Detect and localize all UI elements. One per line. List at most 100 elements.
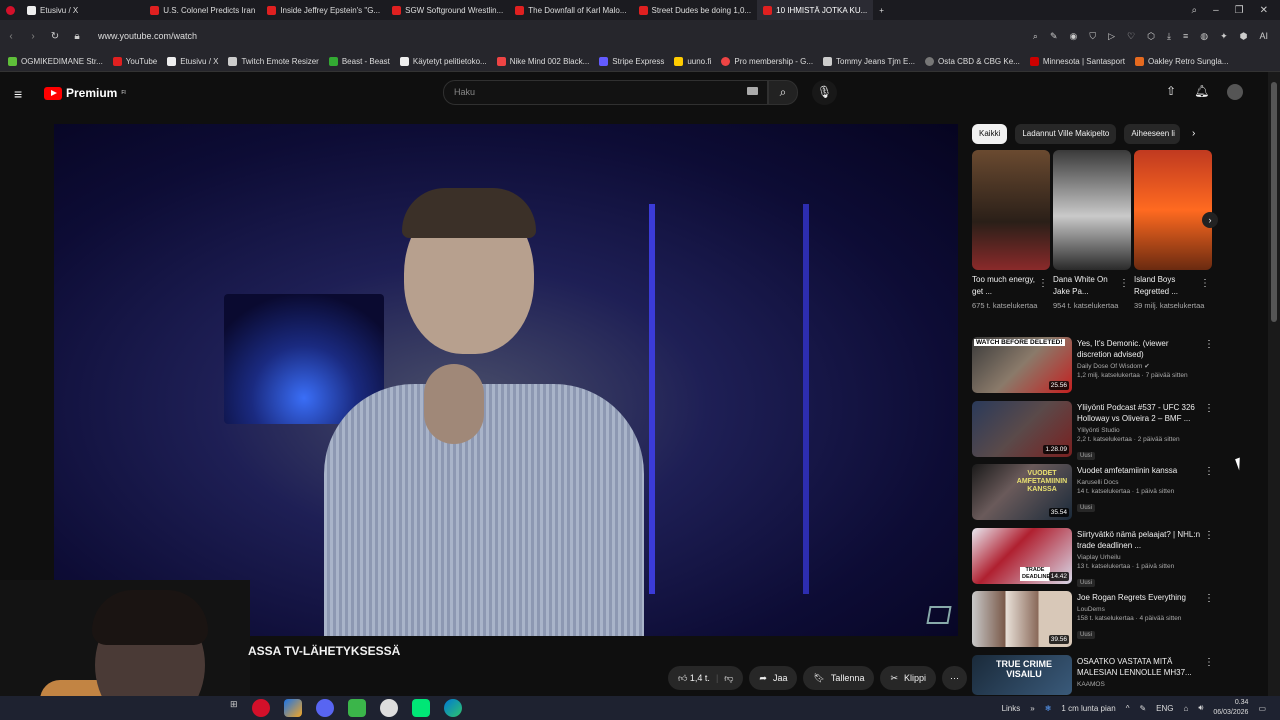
page-scrollbar[interactable] <box>1268 72 1280 700</box>
more-vertical-icon[interactable]: ⋮ <box>1204 403 1214 414</box>
hamburger-menu-icon[interactable]: ≡ <box>14 86 30 102</box>
more-vertical-icon[interactable]: ⋮ <box>1038 278 1048 289</box>
like-button[interactable]: 👍︎ 1,4 t. <box>678 673 710 684</box>
avatar[interactable] <box>1227 84 1244 100</box>
profile-icon[interactable]: ◍ <box>1200 31 1208 42</box>
more-actions-button[interactable]: ⋯ <box>942 666 968 690</box>
bookmark-item[interactable]: Minnesota | Santasport <box>1029 57 1125 66</box>
back-icon[interactable]: ‹ <box>0 31 22 42</box>
heart-icon[interactable]: ♡ <box>1127 31 1135 42</box>
task-view-icon[interactable]: ⊞ <box>230 699 238 717</box>
short-thumbnail[interactable] <box>972 150 1050 270</box>
chevron-up-icon[interactable]: ^ <box>1126 704 1130 713</box>
short-info[interactable]: Dana White On Jake Pa... 954 t. katseluk… <box>1053 274 1123 312</box>
bookmark-item[interactable]: Etusivu / X <box>167 57 218 66</box>
cube-icon[interactable]: ⬡ <box>1147 31 1155 42</box>
edit-icon[interactable]: ✎ <box>1050 31 1058 42</box>
new-tab-button[interactable]: + <box>873 0 890 20</box>
video-thumbnail[interactable]: 1.28.09 <box>972 400 1072 457</box>
app-taskbar-icon[interactable] <box>411 699 430 717</box>
chip-all[interactable]: Kaikki <box>972 124 1008 144</box>
list-item[interactable]: WATCH BEFORE DELETED! 25.56 Yes, It's De… <box>972 337 1222 401</box>
more-vertical-icon[interactable]: ⋮ <box>1204 339 1214 350</box>
weather-text[interactable]: 1 cm lunta pian <box>1061 704 1115 713</box>
extension-icon[interactable]: ✦ <box>1220 31 1228 42</box>
channel-watermark-icon[interactable] <box>926 606 952 624</box>
bookmark-item[interactable]: Tommy Jeans Tjm E... <box>823 57 915 66</box>
shield-icon[interactable]: ⛉ <box>1089 31 1096 42</box>
app-taskbar-icon[interactable] <box>347 699 366 717</box>
browser-tab[interactable]: Inside Jeffrey Epstein's "G... <box>261 0 386 20</box>
list-item[interactable]: 1.28.09 Yliiyönti Podcast #537 - UFC 326… <box>972 400 1222 465</box>
language-indicator[interactable]: ENG <box>1156 704 1173 713</box>
search-input[interactable]: Haku <box>443 80 768 105</box>
bookmark-item[interactable]: Stripe Express <box>599 57 664 66</box>
short-thumbnail[interactable] <box>1053 150 1131 270</box>
browser-tab[interactable]: Street Dudes be doing 1,0... <box>633 0 758 20</box>
notifications-icon[interactable]: ▭ <box>1258 704 1266 713</box>
shorts-next-button[interactable]: › <box>1202 212 1218 228</box>
more-vertical-icon[interactable]: ⋮ <box>1204 657 1214 668</box>
links-toolbar[interactable]: Links <box>1002 704 1021 713</box>
edge-taskbar-icon[interactable] <box>443 699 462 717</box>
list-item[interactable]: TRADE DEADLINE 14.42 Siirtyvätkö nämä pe… <box>972 527 1222 592</box>
video-thumbnail[interactable]: TRADE DEADLINE 14.42 <box>972 527 1072 584</box>
video-thumbnail[interactable]: VUODET AMFETAMIININ KANSSA 35.54 <box>972 464 1072 520</box>
maximize-icon[interactable]: ❐ <box>1235 5 1244 16</box>
bookmark-item[interactable]: Pro membership - G... <box>721 57 813 66</box>
list-item[interactable]: VUODET AMFETAMIININ KANSSA 35.54 Vuodet … <box>972 464 1222 528</box>
volume-icon[interactable]: 🔊︎ <box>1198 703 1203 713</box>
download-icon[interactable]: ⤓ <box>1167 31 1171 42</box>
search-page-icon[interactable]: ⌕ <box>1033 31 1038 42</box>
chevron-right-icon[interactable]: » <box>1030 704 1034 713</box>
bookmark-item[interactable]: Käytetyt pelitietoko... <box>399 57 487 66</box>
clip-button[interactable]: ✂ Klippi <box>880 666 937 690</box>
save-button[interactable]: 🔖︎ Tallenna <box>803 666 875 690</box>
forward-icon[interactable]: › <box>22 31 44 42</box>
opera-menu-button[interactable] <box>0 0 21 20</box>
app-taskbar-icon[interactable] <box>283 699 302 717</box>
network-icon[interactable]: ⌂ <box>1184 704 1189 713</box>
bookmark-item[interactable]: Nike Mind 002 Black... <box>496 57 589 66</box>
dislike-button[interactable]: 👎︎ <box>724 673 733 684</box>
browser-tab[interactable]: SGW Softground Wrestlin... <box>386 0 509 20</box>
more-vertical-icon[interactable]: ⋮ <box>1204 466 1214 477</box>
video-thumbnail[interactable]: TRUE CRIME VISAILU <box>972 654 1072 695</box>
discord-taskbar-icon[interactable] <box>315 699 334 717</box>
play-icon[interactable]: ▷ <box>1108 31 1115 42</box>
notifications-bell-icon[interactable]: 🔔︎ <box>1194 84 1209 100</box>
browser-tab[interactable]: U.S. Colonel Predicts Iran <box>144 0 261 20</box>
clock[interactable]: 0.34 06/03/2026 <box>1213 698 1248 718</box>
video-player[interactable] <box>54 124 958 636</box>
bookmark-item[interactable]: uuno.fi <box>674 57 711 66</box>
menu-icon[interactable]: ≡ <box>1183 31 1188 42</box>
youtube-premium-logo[interactable]: Premium FI <box>44 86 126 100</box>
opera-taskbar-icon[interactable] <box>251 699 270 717</box>
minimize-icon[interactable]: – <box>1213 5 1219 16</box>
tab-search-icon[interactable]: ⌕ <box>1191 5 1197 16</box>
browser-tab[interactable]: Etusivu / X <box>21 0 84 20</box>
more-vertical-icon[interactable]: ⋮ <box>1204 593 1214 604</box>
url-field[interactable]: www.youtube.com/watch <box>98 31 197 41</box>
bookmark-item[interactable]: Osta CBD & CBG Ke... <box>925 57 1020 66</box>
video-thumbnail[interactable]: WATCH BEFORE DELETED! 25.56 <box>972 337 1072 393</box>
more-vertical-icon[interactable]: ⋮ <box>1204 530 1214 541</box>
more-vertical-icon[interactable]: ⋮ <box>1119 278 1129 289</box>
chip-uploader[interactable]: Ladannut Ville Makipelto <box>1015 124 1117 144</box>
short-info[interactable]: Too much energy, get ... 675 t. katseluk… <box>972 274 1042 312</box>
camera-icon[interactable]: ◉ <box>1069 31 1077 42</box>
bookmark-item[interactable]: YouTube <box>112 57 157 66</box>
video-thumbnail[interactable]: 39.56 <box>972 591 1072 647</box>
share-button[interactable]: ➦ Jaa <box>749 666 798 690</box>
close-window-icon[interactable]: ✕ <box>1260 5 1268 16</box>
browser-tab-active[interactable]: 10 IHMISTÄ JOTKA KU... <box>757 0 874 20</box>
app-taskbar-icon[interactable] <box>379 699 398 717</box>
list-item[interactable]: 39.56 Joe Rogan Regrets Everything LouDe… <box>972 591 1222 655</box>
browser-tab[interactable]: The Downfall of Karl Malo... <box>509 0 632 20</box>
scrollbar-thumb[interactable] <box>1271 82 1277 322</box>
chip-related[interactable]: Aiheeseen li <box>1124 124 1181 144</box>
bookmark-item[interactable]: Twitch Emote Resizer <box>228 57 319 66</box>
bookmark-item[interactable]: OGMIKEDIMANE Str... <box>8 57 103 66</box>
bookmark-item[interactable]: Oakley Retro Sungla... <box>1134 57 1228 66</box>
search-button[interactable]: ⌕ <box>768 80 798 105</box>
